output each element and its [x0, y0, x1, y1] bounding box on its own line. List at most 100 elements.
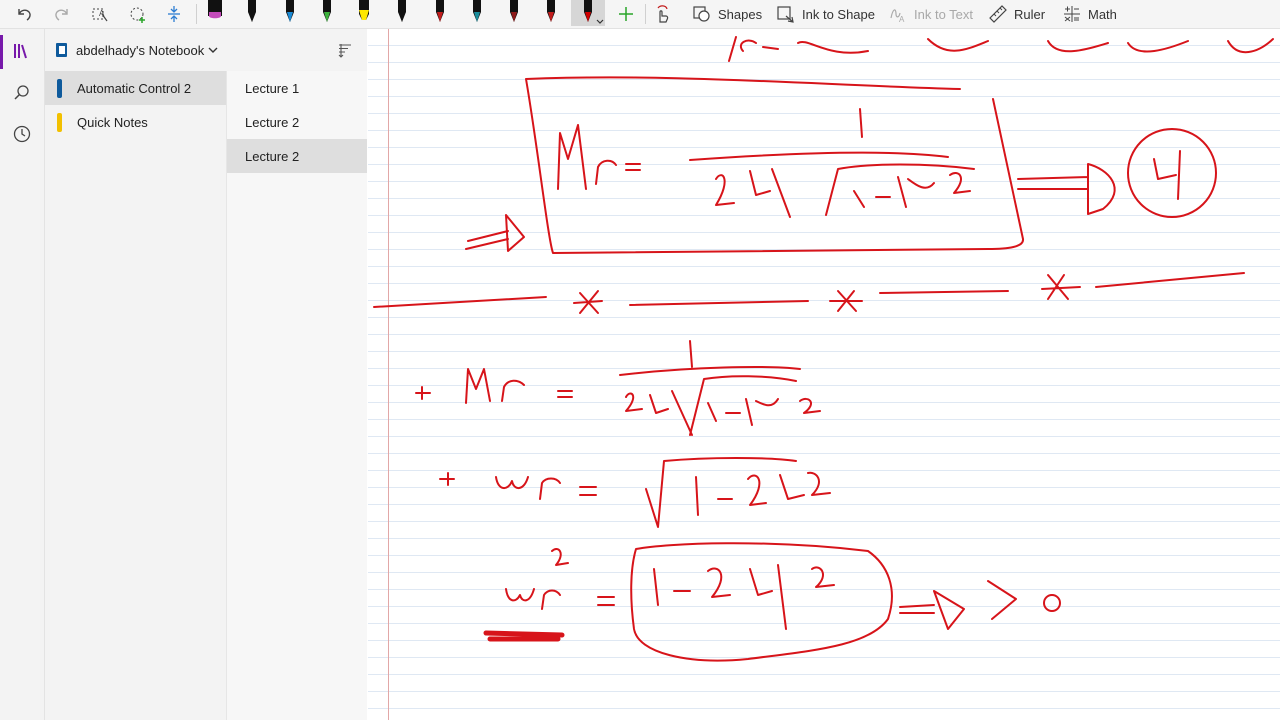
highlighter-yellow-button[interactable]	[354, 0, 374, 26]
page-label: Lecture 2	[245, 115, 300, 130]
svg-text:A: A	[899, 15, 905, 24]
ink-to-shape-label: Ink to Shape	[802, 6, 875, 22]
redo-button[interactable]	[48, 0, 76, 28]
section-color-tab	[57, 113, 62, 132]
pen-darkred-button[interactable]	[504, 0, 524, 26]
notebook-header: abdelhady's Notebook	[45, 29, 367, 71]
undo-icon	[18, 9, 31, 21]
ink-Mr	[557, 124, 641, 190]
add-space-icon	[168, 6, 180, 22]
recent-clock-icon	[13, 125, 31, 143]
notebook-icon	[56, 43, 67, 57]
pen-pink-button[interactable]	[205, 0, 225, 26]
notebooks-button[interactable]	[0, 31, 44, 71]
pen-icon	[398, 0, 406, 22]
section-label: Quick Notes	[77, 115, 148, 130]
shapes-label: Shapes	[718, 6, 763, 22]
ink-wr2-eq	[597, 596, 615, 606]
sort-button[interactable]	[337, 42, 353, 63]
section-item-quick-notes[interactable]: Quick Notes	[45, 105, 226, 139]
pen-red-2-button[interactable]	[541, 0, 561, 26]
recent-button[interactable]	[0, 114, 44, 154]
ink-Mr-2	[465, 368, 573, 404]
sort-icon	[338, 44, 351, 58]
ink-arrow-right	[1017, 163, 1116, 215]
ink-denom-2	[625, 375, 821, 436]
chevron-down-icon[interactable]	[596, 19, 604, 25]
search-button[interactable]	[0, 73, 44, 113]
ink-to-text-label: Ink to Text	[914, 6, 974, 22]
ink-num-1	[859, 108, 863, 138]
pen-icon	[547, 0, 555, 22]
notebook-name[interactable]: abdelhady's Notebook	[76, 43, 204, 58]
handwritten-ink	[373, 36, 1274, 662]
pen-icon	[359, 0, 369, 20]
page-canvas[interactable]	[368, 29, 1280, 720]
pen-black-2-button[interactable]	[392, 0, 412, 26]
math-button[interactable]: Math	[1062, 0, 1122, 28]
toolbar-separator	[645, 4, 646, 24]
shapes-button[interactable]: Shapes	[692, 0, 764, 28]
ink-wr2-expr	[653, 564, 835, 630]
shape-select-button[interactable]	[124, 0, 152, 28]
ink-zeta	[1153, 150, 1181, 200]
ink-frac-line	[689, 151, 949, 161]
ruler-label: Ruler	[1014, 6, 1046, 22]
notebooks-icon	[14, 44, 27, 59]
pen-red-button[interactable]	[430, 0, 450, 26]
ink-wr2	[505, 547, 569, 610]
lasso-select-button[interactable]: A	[86, 0, 114, 28]
shape-select-icon	[130, 7, 145, 23]
ink-arrow-left	[465, 214, 525, 252]
pen-icon	[323, 0, 331, 22]
ink-to-text-button[interactable]: A Ink to Text	[888, 0, 978, 28]
ink-sqrt-wr	[645, 457, 797, 528]
ink-cloud	[630, 542, 893, 662]
ink-wr-expr	[695, 471, 831, 516]
pen-icon	[248, 0, 256, 22]
page-item-lecture-1[interactable]: Lecture 1	[227, 71, 367, 105]
ink-star-1	[573, 290, 603, 314]
pen-blue-button[interactable]	[280, 0, 300, 26]
ink-bullet-1	[415, 386, 431, 400]
add-space-button[interactable]	[160, 0, 188, 28]
section-color-tab	[57, 79, 62, 98]
page-item-lecture-2-selected[interactable]: Lecture 2	[227, 139, 367, 173]
pen-icon	[584, 0, 592, 22]
page-label: Lecture 2	[245, 149, 300, 164]
ink-box	[525, 76, 1024, 254]
shapes-icon	[693, 6, 710, 22]
ink-to-shape-icon	[777, 6, 794, 23]
undo-button[interactable]	[10, 0, 38, 28]
ink-denom	[715, 163, 975, 218]
ruler-button[interactable]: Ruler	[988, 0, 1052, 28]
pen-teal-button[interactable]	[467, 0, 487, 26]
ink-separator	[373, 272, 1245, 308]
ruler-icon	[989, 5, 1007, 23]
draw-with-touch-icon	[657, 5, 669, 23]
pages-pane: Lecture 1 Lecture 2 Lecture 2	[227, 71, 367, 720]
ink-arrow-gt	[899, 580, 1017, 630]
ink-num-1b	[689, 340, 693, 368]
ink-top-partial	[728, 36, 1274, 62]
pen-black-button[interactable]	[242, 0, 262, 26]
ink-to-shape-button[interactable]: Ink to Shape	[776, 0, 876, 28]
navigation-rail	[0, 29, 45, 720]
chevron-down-icon[interactable]	[207, 43, 219, 61]
search-icon	[14, 85, 29, 100]
pen-green-button[interactable]	[317, 0, 337, 26]
add-pen-icon	[619, 7, 633, 21]
draw-toolbar: A Shapes Ink to Shape A Ink to Text Rule…	[0, 0, 1280, 29]
math-label: Math	[1088, 6, 1117, 22]
page-label: Lecture 1	[245, 81, 300, 96]
ink-highlight-underline	[483, 630, 565, 642]
pen-icon	[436, 0, 444, 22]
page-item-lecture-2[interactable]: Lecture 2	[227, 105, 367, 139]
section-label: Automatic Control 2	[77, 81, 192, 96]
draw-with-touch-button[interactable]	[650, 0, 674, 28]
section-item-automatic-control-2[interactable]: Automatic Control 2	[45, 71, 226, 105]
add-pen-button[interactable]	[614, 0, 638, 28]
pen-red-selected-button[interactable]	[571, 0, 605, 26]
ink-to-text-icon: A	[890, 9, 905, 24]
redo-icon	[55, 9, 68, 21]
